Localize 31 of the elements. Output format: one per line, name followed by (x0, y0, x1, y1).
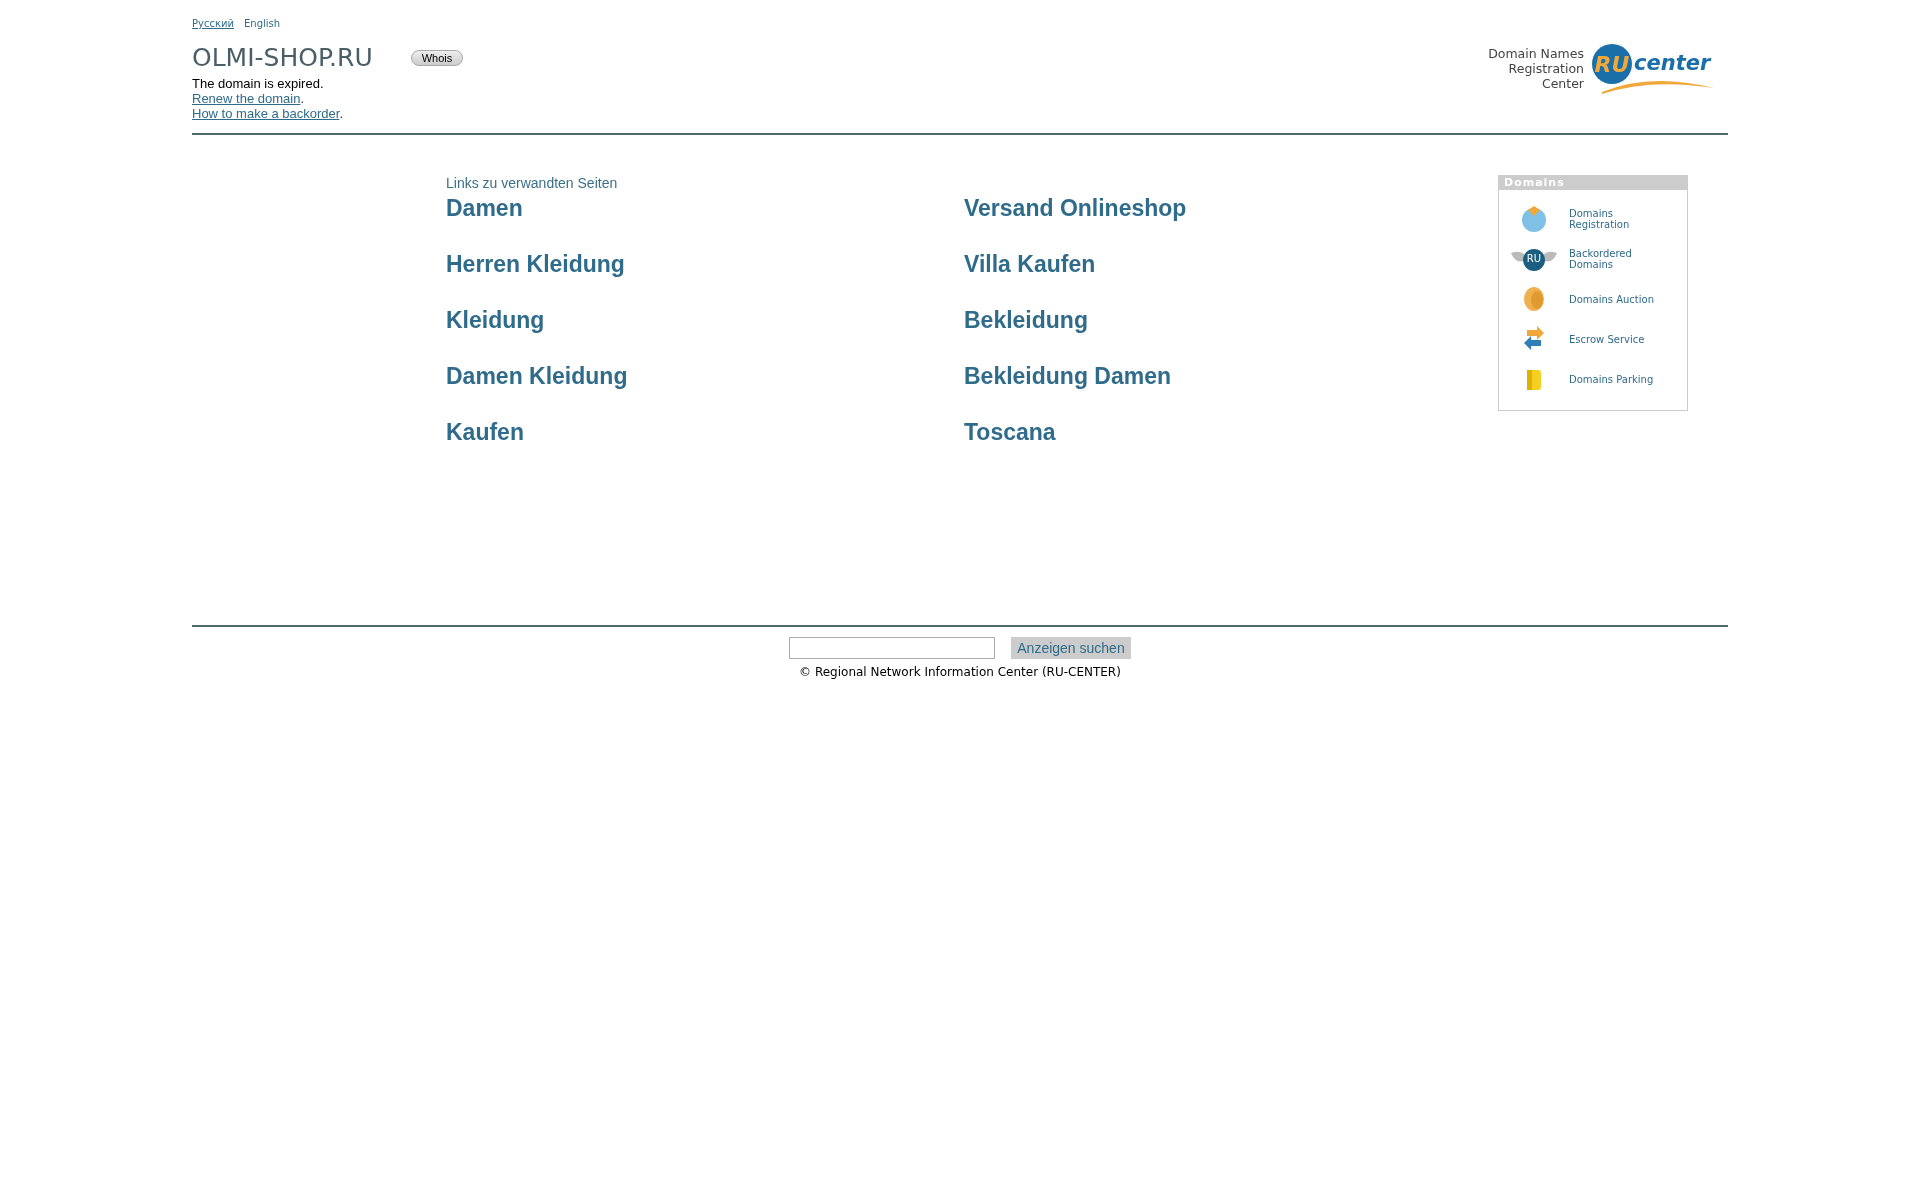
search-button[interactable]: Anzeigen suchen (1011, 637, 1131, 659)
related-link[interactable]: Damen (446, 195, 523, 221)
whois-button[interactable]: Whois (410, 49, 464, 66)
registrar-logo: RU center (1590, 40, 1726, 96)
language-link[interactable]: Русский (192, 18, 234, 29)
related-link[interactable]: Bekleidung (964, 307, 1088, 333)
related-links-heading: Links zu verwandten Seiten (446, 175, 619, 191)
domain-status: The domain is expired. (192, 76, 325, 91)
language-link[interactable]: English (244, 18, 281, 29)
related-link[interactable]: Herren Kleidung (446, 251, 625, 277)
related-link[interactable]: Toscana (964, 419, 1056, 445)
service-link[interactable]: Backordered Domains (1569, 248, 1664, 270)
registrar-caption: Domain Names Registration Center (1488, 45, 1584, 91)
related-link[interactable]: Kaufen (446, 419, 524, 445)
service-link[interactable]: Escrow Service (1569, 333, 1664, 345)
related-link[interactable]: Villa Kaufen (964, 251, 1096, 277)
help-link[interactable]: How to make a backorder (192, 106, 340, 121)
copyright-text: © Regional Network Information Center (RU-CENTER) (799, 665, 1121, 679)
related-link[interactable]: Versand Onlineshop (964, 195, 1187, 221)
related-link[interactable]: Damen Kleidung (446, 363, 628, 389)
service-link[interactable]: Domains Auction (1569, 293, 1664, 305)
service-link[interactable]: Domains Parking (1569, 373, 1664, 385)
icon-label: RU (1526, 253, 1542, 264)
globe-icon (1519, 204, 1549, 234)
related-link[interactable]: Bekleidung Damen (964, 363, 1172, 389)
service-link[interactable]: Domains Registration (1569, 208, 1664, 230)
punctuation: . (300, 91, 305, 106)
related-link[interactable]: Kleidung (446, 307, 545, 333)
punctuation: . (339, 106, 344, 121)
domain-name: OLMI-SHOP.RU (192, 43, 373, 72)
search-field[interactable] (789, 637, 996, 659)
